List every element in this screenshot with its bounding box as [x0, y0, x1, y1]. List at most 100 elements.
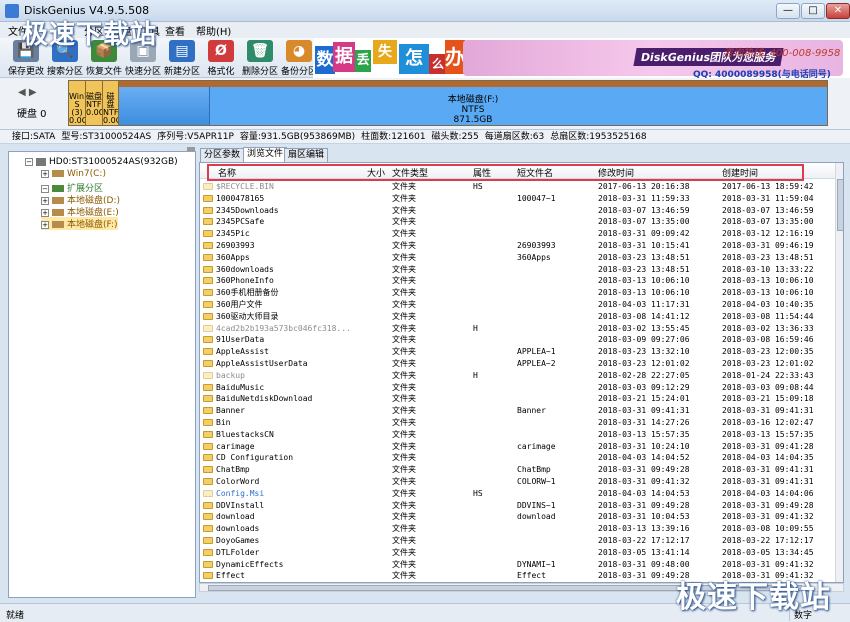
partition-block-e[interactable]: 磁盘 NTFS 0.0G [103, 81, 119, 125]
minimize-button[interactable]: — [776, 3, 800, 19]
table-row[interactable]: 360PhoneInfo 文件夹 2018-03-13 10:06:10 2018-0… [200, 275, 836, 287]
col-short-name[interactable]: 短文件名 [517, 166, 553, 179]
partition-block-d[interactable]: 磁盘 NTFS 0.0G [86, 81, 103, 125]
expand-icon[interactable]: + [41, 220, 49, 229]
collapse-icon[interactable]: − [41, 184, 49, 193]
cell-mtime: 2018-03-23 13:48:51 [598, 264, 690, 274]
cell-short: COLORW~1 [517, 477, 556, 486]
disk-info-field: 容量:931.5GB(953869MB) [239, 132, 356, 142]
table-row[interactable]: 2345Pic 文件夹 2018-03-31 09:09:42 2018-03-12 … [200, 228, 836, 240]
ad-banner[interactable]: 数据丢失怎么办 DiskGenius团队为您服务 咨询热线: 400-008-9… [313, 38, 850, 78]
partition-block-f[interactable]: 本地磁盘(F:) NTFS 871.5GB [119, 81, 827, 125]
partition-block-c[interactable]: Win7 S (3) 0.0G [69, 81, 86, 125]
table-row[interactable]: 4cad2b2b193a573bc046fc318... 文件夹 H 2018-03-… [200, 323, 836, 335]
table-row[interactable]: carimage 文件夹 carimage 2018-03-31 10:24:10 20… [200, 441, 836, 453]
col-type[interactable]: 文件类型 [392, 166, 428, 179]
table-row[interactable]: DTLFolder 文件夹 2018-03-05 13:41:14 2018-03-0… [200, 547, 836, 559]
cell-mtime: 2018-03-31 11:59:33 [598, 193, 690, 203]
cell-mtime: 2018-03-13 10:06:10 [598, 276, 690, 286]
table-row[interactable]: BaiduNetdiskDownload 文件夹 2018-03-21 15:24:… [200, 393, 836, 405]
table-row[interactable]: DynamicEffects 文件夹 DYNAMI~1 2018-03-31 09:4… [200, 559, 836, 571]
col-modified[interactable]: 修改时间 [598, 166, 634, 179]
col-attr[interactable]: 属性 [473, 166, 491, 179]
folder-icon [203, 218, 213, 226]
expand-icon[interactable]: + [41, 169, 49, 178]
menu-view[interactable]: 查看 [165, 23, 185, 38]
folder-icon [203, 194, 213, 202]
col-created[interactable]: 创建时间 [722, 166, 758, 179]
table-row[interactable]: 91UserData 文件夹 2018-03-09 09:27:06 2018-03-… [200, 334, 836, 346]
maximize-button[interactable]: □ [801, 3, 825, 19]
cell-name: downloads [216, 524, 260, 534]
cell-mtime: 2018-04-03 11:17:31 [598, 300, 690, 309]
cell-ctime: 2018-03-31 09:41:32 [722, 512, 814, 522]
table-row[interactable]: 2345Downloads 文件夹 2018-03-07 13:46:59 2018-… [200, 205, 836, 217]
table-row[interactable]: BaiduMusic 文件夹 2018-03-03 09:12:29 2018-03-… [200, 382, 836, 394]
tree-item-f[interactable]: + 本地磁盘(F:) [41, 217, 118, 230]
folder-icon [203, 348, 213, 356]
table-row[interactable]: download 文件夹 download 2018-03-31 10:04:53 20… [200, 511, 836, 523]
vertical-scrollbar[interactable] [835, 163, 843, 582]
table-row[interactable]: Config.Msi 文件夹 HS 2018-04-03 14:04:53 2018-0… [200, 488, 836, 500]
table-row[interactable]: DDVInstall 文件夹 DDVINS~1 2018-03-31 09:49:28… [200, 500, 836, 512]
table-row[interactable]: Bin 文件夹 2018-03-31 14:27:26 2018-03-16 12:0… [200, 417, 836, 429]
table-row[interactable]: ChatBmp 文件夹 ChatBmp 2018-03-31 09:49:28 2018… [200, 464, 836, 476]
cell-name: 360手机相册备份 [216, 288, 279, 298]
table-row[interactable]: Banner 文件夹 Banner 2018-03-31 09:41:31 2018-0… [200, 405, 836, 417]
col-size[interactable]: 大小 [367, 166, 385, 179]
table-row[interactable]: backup 文件夹 H 2018-02-28 22:27:05 2018-01-24 … [200, 370, 836, 382]
disk-nav-arrows[interactable]: ◀ ▶ [18, 87, 37, 98]
table-row[interactable]: 26903993 文件夹 26903993 2018-03-31 10:15:41 20… [200, 240, 836, 252]
banner-background: DiskGenius团队为您服务 咨询热线: 400-008-9958 QQ: … [463, 40, 843, 78]
table-row[interactable]: 2345PCSafe 文件夹 2018-03-07 13:35:00 2018-03-… [200, 216, 836, 228]
table-row[interactable]: BluestacksCN 文件夹 2018-03-13 15:57:35 2018-0… [200, 429, 836, 441]
cell-ctime: 2018-03-08 16:59:46 [722, 335, 814, 345]
scroll-thumb[interactable] [837, 179, 843, 231]
cell-mtime: 2018-03-13 13:39:16 [598, 524, 690, 534]
table-row[interactable]: 360downloads 文件夹 2018-03-23 13:48:51 2018-0… [200, 264, 836, 276]
collapse-icon[interactable]: − [25, 157, 33, 166]
disk-map: ◀ ▶ 硬盘 0 Win7 S (3) 0.0G 磁盘 NTFS 0.0G 磁盘… [0, 78, 850, 130]
folder-icon [203, 560, 213, 568]
folder-icon [203, 537, 213, 544]
folder-icon [203, 489, 213, 497]
folder-icon [203, 442, 213, 450]
menu-help[interactable]: 帮助(H) [196, 23, 231, 38]
format-icon: Ø [208, 40, 234, 62]
expand-icon[interactable]: + [41, 196, 49, 205]
tab-browse-files[interactable]: 浏览文件 [243, 147, 288, 162]
cell-mtime: 2018-03-31 14:27:26 [598, 418, 690, 427]
table-row[interactable]: 360手机相册备份 文件夹 2018-03-13 10:06:10 2018-03-1… [200, 287, 836, 299]
table-row[interactable]: 360驱动大师目录 文件夹 2018-03-08 14:41:12 2018-03-0… [200, 311, 836, 323]
col-name[interactable]: 名称 [218, 166, 236, 179]
tree-item-hd0[interactable]: − HD0:ST31000524AS(932GB) [25, 157, 178, 167]
disk-info-field: 每道扇区数:63 [484, 132, 545, 142]
table-row[interactable]: DoyoGames 文件夹 2018-03-22 17:12:17 2018-03-2… [200, 535, 836, 547]
table-row[interactable]: AppleAssistUserData 文件夹 APPLEA~2 2018-03-23… [200, 358, 836, 370]
table-row[interactable]: downloads 文件夹 2018-03-13 13:39:16 2018-03-0… [200, 523, 836, 535]
table-row[interactable]: AppleAssist 文件夹 APPLEA~1 2018-03-23 13:32:1… [200, 346, 836, 358]
tab-sector-edit[interactable]: 扇区编辑 [284, 148, 329, 162]
folder-icon [203, 324, 213, 332]
cell-mtime: 2018-03-23 13:32:10 [598, 347, 690, 357]
banner-phone: 咨询热线: 400-008-9958 [723, 48, 841, 59]
tab-partition-params[interactable]: 分区参数 [200, 148, 245, 162]
folder-icon [203, 371, 213, 379]
cell-name: DynamicEffects [216, 559, 284, 569]
cell-type: 文件夹 [392, 182, 416, 191]
cell-mtime: 2018-03-31 10:04:53 [598, 512, 690, 522]
partition-size: 871.5GB [453, 115, 493, 125]
table-row[interactable]: ColorWord 文件夹 COLORW~1 2018-03-31 09:41:32 2… [200, 476, 836, 488]
table-row[interactable]: 360Apps 文件夹 360Apps 2018-03-23 13:48:51 2018… [200, 252, 836, 264]
table-row[interactable]: 360用户文件 文件夹 2018-04-03 11:17:31 2018-04-03 … [200, 299, 836, 311]
table-row[interactable]: 1000478165 文件夹 100047~1 2018-03-31 11:59:33… [200, 193, 836, 205]
table-row[interactable]: CD Configuration 文件夹 2018-04-03 14:04:52 20… [200, 452, 836, 464]
table-row[interactable]: $RECYCLE.BIN 文件夹 HS 2017-06-13 20:16:38 2017… [200, 181, 836, 193]
cell-type: 文件夹 [392, 429, 416, 439]
cell-mtime: 2018-03-23 12:01:02 [598, 359, 690, 368]
disk-info-field: 磁头数:255 [431, 132, 479, 142]
tree-item-c[interactable]: + Win7(C:) [41, 169, 106, 179]
cell-ctime: 2018-03-13 15:57:35 [722, 429, 814, 439]
close-button[interactable]: ✕ [826, 3, 850, 19]
expand-icon[interactable]: + [41, 208, 49, 217]
